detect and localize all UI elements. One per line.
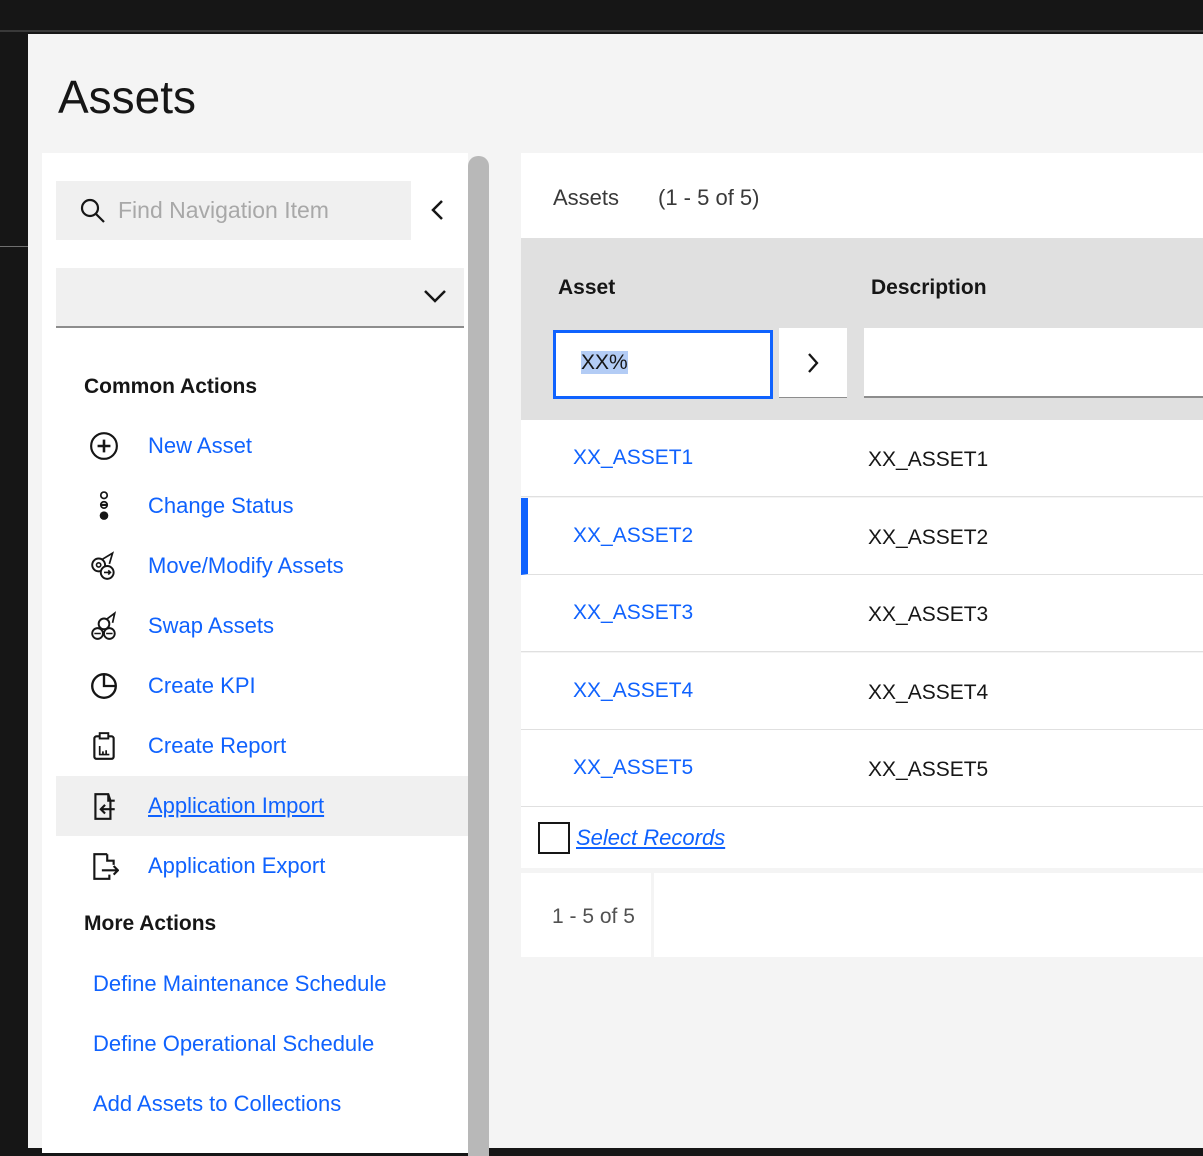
more-action-link[interactable]: Define Maintenance Schedule bbox=[93, 971, 387, 997]
common-action-link[interactable]: Move/Modify Assets bbox=[148, 553, 344, 579]
pagination-count: 1 - 5 of 5 bbox=[521, 873, 654, 957]
asset-link[interactable]: XX_ASSET5 bbox=[573, 756, 693, 780]
page-title: Assets bbox=[58, 71, 197, 123]
navigation-panel: Find Navigation Item Common Actions New … bbox=[42, 153, 468, 1153]
asset-description: XX_ASSET1 bbox=[868, 448, 989, 471]
select-records-row: Select Records bbox=[521, 807, 1203, 868]
table-row[interactable]: XX_ASSET4 XX_ASSET4 bbox=[521, 652, 1203, 730]
column-description[interactable]: Description bbox=[871, 276, 987, 300]
common-action-item[interactable]: Application Export bbox=[56, 836, 468, 896]
pagination: 1 - 5 of 5 bbox=[521, 873, 1203, 957]
filter-value: XX% bbox=[581, 351, 628, 374]
report-icon bbox=[84, 731, 124, 761]
column-asset[interactable]: Asset bbox=[558, 276, 615, 300]
search-placeholder: Find Navigation Item bbox=[118, 197, 329, 223]
asset-description: XX_ASSET2 bbox=[868, 525, 989, 549]
common-action-link[interactable]: New Asset bbox=[148, 433, 252, 459]
table-row[interactable]: XX_ASSET2 XX_ASSET2 bbox=[521, 497, 1203, 575]
table-header-bar: Assets (1 - 5 of 5) bbox=[521, 153, 1203, 238]
common-action-item[interactable]: Change Status bbox=[56, 476, 468, 536]
status-icon bbox=[84, 491, 124, 521]
pie-chart-icon bbox=[84, 671, 124, 701]
common-action-link[interactable]: Application Export bbox=[148, 853, 325, 879]
select-records-checkbox[interactable] bbox=[538, 821, 570, 854]
table-title: Assets bbox=[553, 185, 620, 210]
table-row[interactable]: XX_ASSET5 XX_ASSET5 bbox=[521, 730, 1203, 807]
asset-link[interactable]: XX_ASSET4 bbox=[573, 679, 693, 703]
record-count: (1 - 5 of 5) bbox=[658, 185, 760, 210]
common-action-item[interactable]: Application Import bbox=[56, 776, 468, 836]
move-assets-icon bbox=[84, 551, 124, 581]
left-rail bbox=[0, 34, 28, 1148]
more-action-link[interactable]: Define Operational Schedule bbox=[93, 1031, 374, 1057]
plus-circle-icon bbox=[84, 431, 124, 461]
common-actions-heading: Common Actions bbox=[84, 375, 258, 398]
common-action-link[interactable]: Create Report bbox=[148, 733, 286, 759]
swap-assets-icon bbox=[84, 611, 124, 641]
common-action-link[interactable]: Change Status bbox=[148, 493, 294, 519]
common-action-link[interactable]: Swap Assets bbox=[148, 613, 274, 639]
import-icon bbox=[84, 791, 124, 821]
asset-filter-input[interactable]: XX% bbox=[553, 330, 773, 399]
chevron-right-icon bbox=[808, 352, 819, 373]
filter-go-button[interactable] bbox=[779, 328, 847, 398]
assets-table-panel: Assets (1 - 5 of 5) Asset Description XX… bbox=[521, 153, 1203, 957]
search-icon bbox=[80, 198, 105, 223]
common-action-link[interactable]: Application Import bbox=[148, 793, 324, 819]
top-bar bbox=[0, 0, 1203, 32]
asset-link[interactable]: XX_ASSET2 bbox=[573, 524, 693, 548]
asset-link[interactable]: XX_ASSET1 bbox=[573, 446, 693, 470]
nav-search-input[interactable]: Find Navigation Item bbox=[56, 181, 411, 240]
nav-scrollbar[interactable] bbox=[468, 156, 489, 1156]
collapse-chevron-left-icon[interactable] bbox=[428, 195, 448, 225]
asset-description: XX_ASSET5 bbox=[868, 758, 989, 781]
table-row[interactable]: XX_ASSET3 XX_ASSET3 bbox=[521, 575, 1203, 652]
asset-link[interactable]: XX_ASSET3 bbox=[573, 601, 693, 625]
asset-description: XX_ASSET3 bbox=[868, 603, 989, 626]
main-area: Assets Find Navigation Item Common Actio… bbox=[28, 34, 1203, 1156]
common-action-item[interactable]: Create KPI bbox=[56, 656, 468, 716]
select-records-link[interactable]: Select Records bbox=[576, 825, 725, 851]
chevron-down-icon bbox=[424, 290, 446, 303]
more-action-link[interactable]: Add Assets to Collections bbox=[93, 1091, 341, 1117]
export-icon bbox=[84, 851, 124, 881]
common-action-item[interactable]: Swap Assets bbox=[56, 596, 468, 656]
common-action-item[interactable]: Create Report bbox=[56, 716, 468, 776]
nav-dropdown[interactable] bbox=[56, 268, 464, 328]
more-actions-heading: More Actions bbox=[84, 912, 217, 935]
table-row[interactable]: XX_ASSET1 XX_ASSET1 bbox=[521, 420, 1203, 497]
table-column-header: Asset Description XX% bbox=[521, 238, 1203, 420]
common-action-item[interactable]: Move/Modify Assets bbox=[56, 536, 468, 596]
common-action-link[interactable]: Create KPI bbox=[148, 673, 256, 699]
asset-description: XX_ASSET4 bbox=[868, 680, 989, 704]
common-action-item[interactable]: New Asset bbox=[56, 416, 468, 476]
description-filter-input[interactable] bbox=[864, 328, 1203, 398]
